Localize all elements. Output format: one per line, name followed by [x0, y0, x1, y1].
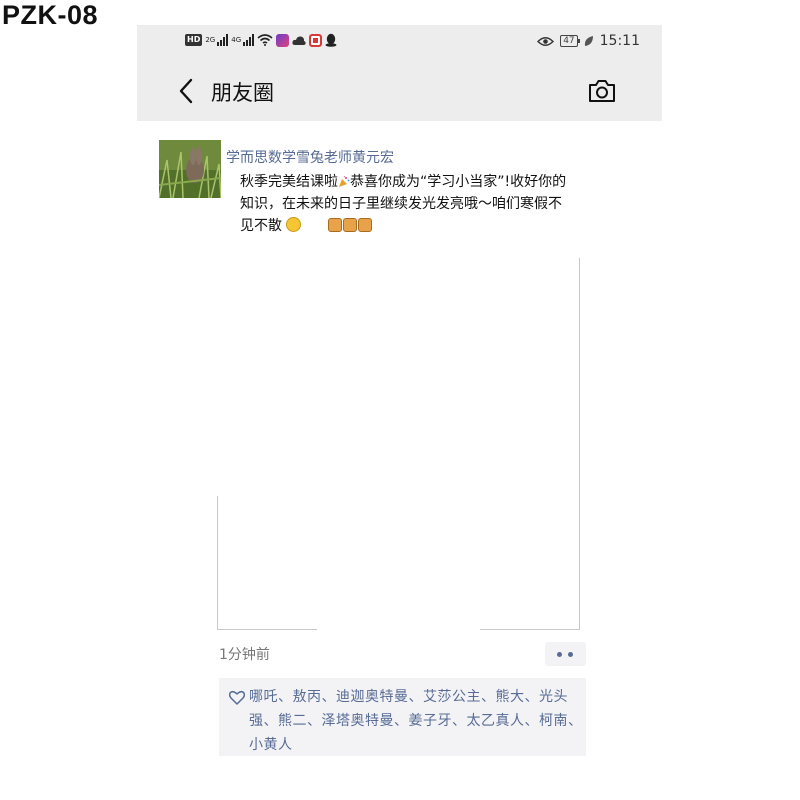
signal-icon-2 — [243, 34, 255, 46]
qq-icon — [325, 33, 337, 47]
red-app-icon — [309, 33, 323, 47]
cloud-icon — [292, 35, 306, 45]
back-button[interactable] — [175, 76, 199, 106]
battery-icon: 47 — [560, 35, 581, 47]
dot-icon — [557, 652, 562, 657]
likes-names[interactable]: 哪吒、敖丙、迪迦奥特曼、艾莎公主、熊大、光头强、熊二、泽塔奥特曼、姜子牙、太乙真… — [249, 685, 584, 757]
post-time: 1分钟前 — [219, 647, 270, 663]
smile-emoji-icon — [286, 217, 301, 232]
fist-emoji-icon — [358, 218, 372, 232]
leaf-icon — [584, 36, 593, 46]
post-media[interactable] — [217, 258, 580, 630]
fist-emoji-icon — [343, 218, 357, 232]
post-author[interactable]: 学而思数学雪兔老师黄元宏 — [226, 147, 394, 167]
network-type-1: 2G — [205, 36, 216, 44]
video-app-icon — [276, 33, 290, 47]
dot-icon — [568, 652, 573, 657]
phone-screen: HD 2G 4G 47 15:11 朋友圈 学而思数学雪兔老师黄元宏 秋季完美结… — [137, 25, 662, 800]
network-type-2: 4G — [231, 36, 242, 44]
avatar-image — [159, 140, 221, 198]
likes-box: 哪吒、敖丙、迪迦奥特曼、艾莎公主、熊大、光头强、熊二、泽塔奥特曼、姜子牙、太乙真… — [219, 678, 586, 756]
wifi-icon — [257, 34, 273, 46]
signal-icon — [217, 34, 229, 46]
status-bar: HD 2G 4G 47 15:11 — [137, 25, 662, 61]
corner-label: PZK-08 — [2, 0, 99, 30]
status-left-icons: HD 2G 4G — [185, 33, 337, 47]
media-border — [579, 258, 580, 630]
post-text-part1: 秋季完美结课啦 — [240, 174, 338, 190]
hd-icon: HD — [185, 34, 203, 46]
media-border — [217, 496, 218, 630]
eye-icon — [537, 36, 555, 46]
camera-icon — [589, 80, 615, 102]
fist-emoji-icon — [328, 218, 342, 232]
heart-icon — [229, 690, 245, 705]
party-popper-icon — [339, 176, 350, 187]
page-title: 朋友圈 — [211, 81, 274, 105]
status-right-icons: 47 15:11 — [537, 33, 640, 49]
camera-button[interactable] — [587, 78, 617, 104]
chevron-left-icon — [179, 78, 193, 104]
clock: 15:11 — [599, 33, 640, 49]
post-text: 秋季完美结课啦 恭喜你成为“学习小当家”!收好你的知识，在未来的日子里继续发光发亮… — [240, 171, 575, 237]
avatar[interactable] — [159, 140, 221, 198]
media-border — [480, 629, 580, 630]
more-actions-button[interactable] — [545, 642, 586, 666]
nav-bar: 朋友圈 — [137, 61, 662, 121]
media-border — [217, 629, 317, 630]
